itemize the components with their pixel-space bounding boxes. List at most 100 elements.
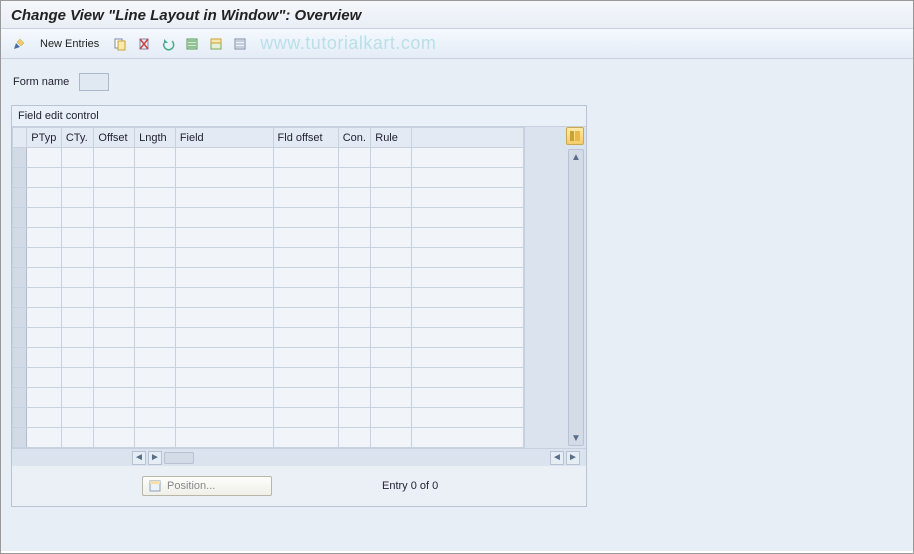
new-entries-button[interactable]: New Entries — [33, 34, 106, 54]
hscroll-track[interactable] — [164, 452, 194, 464]
row-selector[interactable] — [13, 328, 27, 348]
cell[interactable] — [94, 208, 135, 228]
deselect-all-icon[interactable] — [230, 34, 250, 54]
row-selector[interactable] — [13, 188, 27, 208]
cell[interactable] — [273, 408, 338, 428]
table-row[interactable] — [13, 328, 524, 348]
cell[interactable] — [61, 168, 94, 188]
col-ptyp[interactable]: PTyp — [27, 128, 62, 148]
cell[interactable] — [61, 208, 94, 228]
cell[interactable] — [94, 428, 135, 448]
cell[interactable] — [338, 168, 371, 188]
cell[interactable] — [411, 368, 523, 388]
cell[interactable] — [175, 248, 273, 268]
cell[interactable] — [338, 328, 371, 348]
table-row[interactable] — [13, 248, 524, 268]
select-all-icon[interactable] — [182, 34, 202, 54]
cell[interactable] — [27, 388, 62, 408]
row-selector[interactable] — [13, 308, 27, 328]
cell[interactable] — [175, 148, 273, 168]
cell[interactable] — [94, 368, 135, 388]
cell[interactable] — [371, 328, 412, 348]
table-row[interactable] — [13, 348, 524, 368]
cell[interactable] — [371, 148, 412, 168]
cell[interactable] — [175, 168, 273, 188]
cell[interactable] — [27, 248, 62, 268]
cell[interactable] — [175, 408, 273, 428]
cell[interactable] — [338, 348, 371, 368]
scroll-right-end-icon[interactable]: ► — [566, 451, 580, 465]
cell[interactable] — [371, 248, 412, 268]
cell[interactable] — [61, 248, 94, 268]
cell[interactable] — [94, 328, 135, 348]
cell[interactable] — [27, 188, 62, 208]
undo-icon[interactable] — [158, 34, 178, 54]
row-selector[interactable] — [13, 408, 27, 428]
cell[interactable] — [27, 228, 62, 248]
row-selector[interactable] — [13, 368, 27, 388]
row-selector[interactable] — [13, 428, 27, 448]
table-row[interactable] — [13, 388, 524, 408]
row-selector[interactable] — [13, 248, 27, 268]
cell[interactable] — [61, 308, 94, 328]
cell[interactable] — [338, 208, 371, 228]
col-length[interactable]: Lngth — [135, 128, 176, 148]
table-row[interactable] — [13, 148, 524, 168]
cell[interactable] — [338, 308, 371, 328]
cell[interactable] — [27, 408, 62, 428]
cell[interactable] — [273, 308, 338, 328]
delete-icon[interactable] — [134, 34, 154, 54]
cell[interactable] — [135, 168, 176, 188]
scroll-right-icon[interactable]: ► — [148, 451, 162, 465]
cell[interactable] — [61, 268, 94, 288]
table-row[interactable] — [13, 368, 524, 388]
cell[interactable] — [175, 328, 273, 348]
cell[interactable] — [273, 248, 338, 268]
cell[interactable] — [338, 368, 371, 388]
cell[interactable] — [175, 348, 273, 368]
cell[interactable] — [411, 228, 523, 248]
cell[interactable] — [338, 388, 371, 408]
table-row[interactable] — [13, 428, 524, 448]
cell[interactable] — [338, 248, 371, 268]
cell[interactable] — [94, 228, 135, 248]
row-selector[interactable] — [13, 268, 27, 288]
cell[interactable] — [61, 368, 94, 388]
table-row[interactable] — [13, 208, 524, 228]
cell[interactable] — [371, 388, 412, 408]
cell[interactable] — [175, 368, 273, 388]
cell[interactable] — [273, 208, 338, 228]
cell[interactable] — [135, 428, 176, 448]
cell[interactable] — [61, 228, 94, 248]
cell[interactable] — [135, 368, 176, 388]
cell[interactable] — [371, 228, 412, 248]
vertical-scrollbar[interactable]: ▲ ▼ — [568, 149, 584, 446]
table-row[interactable] — [13, 408, 524, 428]
cell[interactable] — [273, 428, 338, 448]
cell[interactable] — [175, 188, 273, 208]
cell[interactable] — [61, 348, 94, 368]
cell[interactable] — [411, 428, 523, 448]
cell[interactable] — [411, 268, 523, 288]
cell[interactable] — [175, 308, 273, 328]
cell[interactable] — [273, 388, 338, 408]
select-block-icon[interactable] — [206, 34, 226, 54]
cell[interactable] — [61, 288, 94, 308]
cell[interactable] — [273, 288, 338, 308]
cell[interactable] — [135, 388, 176, 408]
cell[interactable] — [175, 288, 273, 308]
cell[interactable] — [175, 388, 273, 408]
cell[interactable] — [371, 288, 412, 308]
cell[interactable] — [61, 148, 94, 168]
cell[interactable] — [135, 268, 176, 288]
row-selector[interactable] — [13, 228, 27, 248]
cell[interactable] — [27, 348, 62, 368]
cell[interactable] — [61, 428, 94, 448]
cell[interactable] — [273, 148, 338, 168]
position-button[interactable]: Position... — [142, 476, 272, 496]
col-selector[interactable] — [13, 128, 27, 148]
cell[interactable] — [61, 408, 94, 428]
cell[interactable] — [94, 188, 135, 208]
cell[interactable] — [27, 368, 62, 388]
cell[interactable] — [338, 288, 371, 308]
